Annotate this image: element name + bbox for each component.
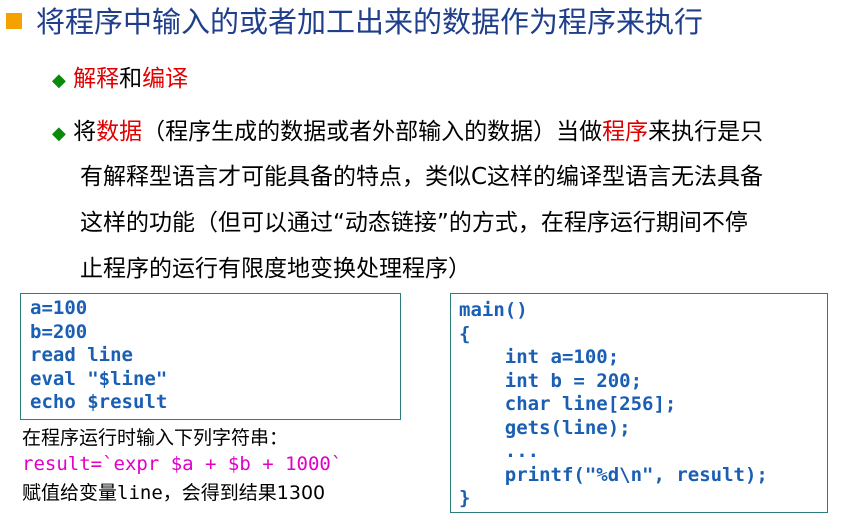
input-string: result=`expr $a + $b + 1000`: [22, 453, 343, 475]
variable-name: line: [117, 482, 163, 504]
title-bullet-square: [6, 13, 22, 29]
code-line: read line: [30, 344, 133, 366]
slide-title: 将程序中输入的或者加工出来的数据作为程序来执行: [36, 5, 704, 39]
note-line-3: 赋值给变量line，会得到结果1300: [22, 480, 325, 507]
code-line: echo $result: [30, 391, 168, 413]
code-line: ...: [459, 440, 540, 462]
text-segment: 将: [73, 119, 97, 145]
c-code-box: main(){ int a=100; int b = 200; char lin…: [450, 293, 828, 513]
code-line: gets(line);: [459, 416, 631, 439]
compile-text: 编译: [142, 66, 189, 92]
bullet-data-as-program-line1: ◆ 将数据（程序生成的数据或者外部输入的数据）当做程序来执行是只: [52, 117, 763, 149]
text-segment: 来执行是只: [648, 119, 764, 145]
diamond-bullet-icon: ◆: [52, 70, 66, 91]
data-highlight: 数据: [96, 119, 143, 145]
and-text: 和: [119, 66, 143, 92]
code-line: int b = 200;: [459, 369, 643, 392]
text-segment: 赋值给变量: [22, 482, 118, 504]
code-line: main(): [459, 299, 528, 321]
program-highlight: 程序: [602, 119, 649, 145]
shell-code: a=100 b=200 read line eval "$line" echo $res…: [30, 297, 167, 415]
text-segment: （程序生成的数据或者外部输入的数据）当做: [142, 119, 603, 145]
diamond-bullet-icon: ◆: [52, 123, 66, 144]
note-line-1: 在程序运行时输入下列字符串：: [22, 427, 289, 449]
shell-code-box: a=100 b=200 read line eval "$line" echo $res…: [20, 293, 401, 420]
bullet-data-as-program-line3: 这样的功能（但可以通过“动态链接”的方式，在程序运行期间不停: [80, 210, 748, 236]
code-line: int a=100;: [459, 346, 620, 368]
code-line: }: [459, 487, 471, 509]
code-line: a=100: [30, 297, 88, 319]
c-code: main(){ int a=100; int b = 200; char lin…: [459, 299, 768, 511]
code-line: printf("%d\n", result);: [459, 463, 768, 486]
bullet-interpret-compile: ◆ 解释和编译: [52, 64, 188, 96]
interpret-text: 解释: [73, 66, 120, 92]
bullet-data-as-program-line4: 止程序的运行有限度地变换处理程序）: [80, 256, 471, 282]
code-line: {: [459, 322, 471, 345]
code-line: eval "$line": [30, 367, 168, 390]
code-line: char line[256];: [459, 393, 677, 415]
code-line: b=200: [30, 320, 88, 343]
text-segment: ，会得到结果1300: [162, 482, 326, 504]
bullet-data-as-program-line2: 有解释型语言才可能具备的特点，类似C这样的编译型语言无法具备: [80, 164, 764, 190]
